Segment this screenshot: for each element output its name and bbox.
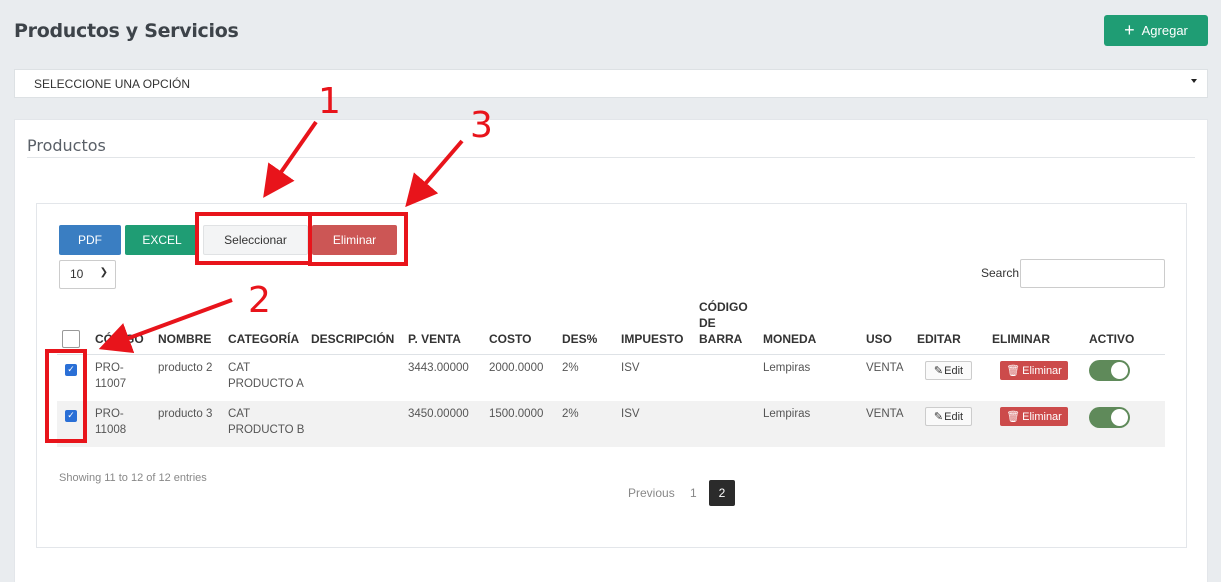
pagination-page-2[interactable]: 2: [709, 480, 735, 506]
pencil-icon: ✎: [933, 365, 944, 377]
trash-icon: 🗑: [1006, 365, 1021, 377]
delete-row-button[interactable]: 🗑 Eliminar: [1000, 407, 1068, 426]
header-impuesto[interactable]: IMPUESTO: [621, 331, 683, 347]
option-select[interactable]: SELECCIONE UNA OPCIÓN: [14, 69, 1208, 98]
cell-des: 2%: [562, 362, 579, 374]
cell-codigo-line2: 11008: [95, 424, 127, 436]
header-editar[interactable]: EDITAR: [917, 331, 961, 347]
header-costo[interactable]: COSTO: [489, 331, 531, 347]
products-table-panel: PDF EXCEL Seleccionar Eliminar 10 ❯ Sear…: [36, 203, 1187, 548]
header-descripcion[interactable]: DESCRIPCIÓN: [311, 331, 394, 347]
header-pventa[interactable]: P. VENTA: [408, 331, 461, 347]
annotation-1: 1: [318, 81, 341, 122]
trash-icon: 🗑: [1006, 411, 1021, 423]
header-codigo-barra-1[interactable]: CÓDIGO: [699, 299, 748, 315]
header-nombre[interactable]: NOMBRE: [158, 331, 211, 347]
cell-moneda: Lempiras: [763, 408, 811, 420]
table-info: Showing 11 to 12 of 12 entries: [59, 472, 207, 484]
pencil-icon: ✎: [933, 411, 944, 423]
caret-down-icon: [1191, 79, 1197, 83]
search-input[interactable]: [1020, 259, 1165, 288]
delete-row-label: Eliminar: [1022, 410, 1062, 423]
active-toggle[interactable]: [1089, 407, 1130, 428]
cell-categoria-line1: CAT: [228, 408, 251, 420]
header-uso[interactable]: USO: [866, 331, 892, 347]
cell-impuesto: ISV: [621, 362, 640, 374]
pagination-previous[interactable]: Previous: [628, 486, 675, 500]
cell-codigo: PRO- 11008: [95, 406, 126, 438]
add-button[interactable]: + Agregar: [1104, 15, 1208, 46]
header-categoria[interactable]: CATEGORÍA: [228, 331, 299, 347]
cell-categoria-line2: PRODUCTO B: [228, 424, 305, 436]
cell-codigo-line1: PRO-: [95, 408, 124, 420]
header-moneda[interactable]: MONEDA: [763, 331, 816, 347]
toggle-knob: [1111, 362, 1128, 379]
toggle-knob: [1111, 409, 1128, 426]
header-codigo[interactable]: CÓDIGO: [95, 331, 144, 347]
search-label: Search:: [981, 266, 1023, 280]
table-row: [57, 401, 1165, 447]
pagination-page-1[interactable]: 1: [690, 486, 697, 500]
annotation-3: 3: [470, 105, 493, 146]
chevron-down-icon: ❯: [99, 267, 108, 278]
cell-categoria: CAT PRODUCTO B: [228, 406, 304, 438]
header-activo[interactable]: ACTIVO: [1089, 331, 1134, 347]
cell-nombre: producto 2: [158, 362, 213, 374]
header-eliminar[interactable]: ELIMINAR: [992, 331, 1050, 347]
delete-row-button[interactable]: 🗑 Eliminar: [1000, 361, 1068, 380]
add-button-label: Agregar: [1141, 23, 1188, 38]
cell-uso: VENTA: [866, 362, 904, 374]
plus-icon: +: [1124, 19, 1135, 40]
excel-button[interactable]: EXCEL: [125, 225, 199, 255]
cell-codigo-line1: PRO-: [95, 362, 124, 374]
cell-codigo: PRO- 11007: [95, 360, 126, 392]
cell-des: 2%: [562, 408, 579, 420]
card-divider: [27, 157, 1195, 158]
page-title: Productos y Servicios: [14, 20, 239, 42]
cell-costo: 1500.0000: [489, 408, 544, 420]
page-length-value: 10: [70, 267, 84, 281]
row-checkbox[interactable]: ✓: [65, 364, 77, 376]
delete-selected-button[interactable]: Eliminar: [312, 225, 397, 255]
cell-uso: VENTA: [866, 408, 904, 420]
cell-moneda: Lempiras: [763, 362, 811, 374]
cell-nombre: producto 3: [158, 408, 213, 420]
pdf-button[interactable]: PDF: [59, 225, 121, 255]
card-title: Productos: [27, 136, 106, 155]
option-select-value: SELECCIONE UNA OPCIÓN: [34, 77, 191, 91]
cell-categoria-line1: CAT: [228, 362, 251, 374]
header-des[interactable]: DES%: [562, 331, 597, 347]
edit-button[interactable]: ✎ Edit: [925, 407, 972, 426]
select-all-checkbox[interactable]: [62, 330, 80, 348]
edit-button[interactable]: ✎ Edit: [925, 361, 972, 380]
row-checkbox[interactable]: ✓: [65, 410, 77, 422]
page-length-select[interactable]: 10 ❯: [59, 260, 116, 289]
select-button[interactable]: Seleccionar: [203, 225, 308, 255]
cell-codigo-line2: 11007: [95, 378, 127, 390]
edit-button-label: Edit: [944, 410, 964, 423]
delete-row-label: Eliminar: [1022, 364, 1062, 377]
table-row: [57, 355, 1165, 401]
cell-pventa: 3450.00000: [408, 408, 469, 420]
cell-impuesto: ISV: [621, 408, 640, 420]
header-codigo-barra-3[interactable]: BARRA: [699, 331, 742, 347]
cell-pventa: 3443.00000: [408, 362, 469, 374]
annotation-2: 2: [248, 280, 271, 321]
cell-categoria-line2: PRODUCTO A: [228, 378, 304, 390]
active-toggle[interactable]: [1089, 360, 1130, 381]
cell-categoria: CAT PRODUCTO A: [228, 360, 304, 392]
products-card: Productos PDF EXCEL Seleccionar Eliminar…: [14, 119, 1208, 582]
header-codigo-barra-2[interactable]: DE: [699, 315, 716, 331]
edit-button-label: Edit: [944, 364, 964, 377]
cell-costo: 2000.0000: [489, 362, 544, 374]
